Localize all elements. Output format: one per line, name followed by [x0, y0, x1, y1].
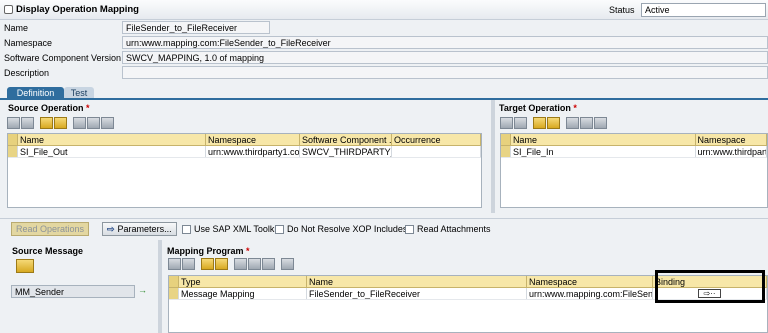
- table-row[interactable]: SI_File_Out urn:www.thirdparty1.com SWCV…: [8, 146, 481, 158]
- do-not-resolve-xop-checkbox[interactable]: Do Not Resolve XOP Includes: [275, 224, 407, 234]
- row-selector[interactable]: [169, 288, 179, 299]
- details-icon[interactable]: [281, 258, 294, 270]
- vertical-splitter[interactable]: [158, 240, 162, 333]
- delete-row-icon[interactable]: [182, 258, 195, 270]
- source-operation-table: Name Namespace Software Component ... Oc…: [7, 133, 482, 208]
- swcv-field[interactable]: SWCV_MAPPING, 1.0 of mapping: [122, 51, 768, 64]
- delete-row-icon[interactable]: [514, 117, 527, 129]
- mapping-program-toolbar: [168, 257, 294, 271]
- paste-icon[interactable]: [594, 117, 607, 129]
- name-label: Name: [4, 23, 29, 33]
- swcv-label: Software Component Version: [4, 53, 122, 63]
- row-selector[interactable]: [8, 146, 18, 157]
- select-all-header[interactable]: [169, 276, 179, 287]
- col-swcv[interactable]: Software Component ...: [300, 134, 392, 145]
- target-operation-table: Name Namespace SI_File_In urn:www.thirdp…: [500, 133, 768, 208]
- move-up-icon[interactable]: [40, 117, 53, 129]
- parameters-button[interactable]: ⇨ Parameters...: [102, 222, 177, 236]
- cut-icon[interactable]: [234, 258, 247, 270]
- insert-row-icon[interactable]: [7, 117, 20, 129]
- namespace-field[interactable]: urn:www.mapping.com:FileSender_to_FileRe…: [122, 36, 768, 49]
- status-label: Status: [609, 5, 635, 15]
- page-title: Display Operation Mapping: [16, 4, 139, 15]
- source-operation-toolbar: [7, 116, 114, 130]
- mapping-program-title: Mapping Program *: [167, 246, 250, 256]
- namespace-label: Namespace: [4, 38, 53, 48]
- copy-icon[interactable]: [87, 117, 100, 129]
- col-occurrence[interactable]: Occurrence: [392, 134, 481, 145]
- paste-icon[interactable]: [262, 258, 275, 270]
- move-down-icon[interactable]: [54, 117, 67, 129]
- move-up-icon[interactable]: [201, 258, 214, 270]
- arrow-right-icon: →: [138, 285, 147, 295]
- col-name[interactable]: Name: [18, 134, 206, 145]
- insert-row-icon[interactable]: [500, 117, 513, 129]
- checkbox-icon: [405, 224, 414, 234]
- mapping-icon: [4, 5, 13, 14]
- cut-icon[interactable]: [566, 117, 579, 129]
- row-selector[interactable]: [501, 146, 511, 157]
- checkbox-icon: [182, 224, 191, 234]
- insert-row-icon[interactable]: [168, 258, 181, 270]
- move-up-icon[interactable]: [533, 117, 546, 129]
- message-select-icon[interactable]: [16, 259, 34, 273]
- checkbox-icon: [275, 224, 284, 234]
- arrow-right-icon: ⇨: [107, 223, 115, 234]
- window-title: Display Operation Mapping: [4, 4, 139, 15]
- cut-icon[interactable]: [73, 117, 86, 129]
- source-message-field[interactable]: MM_Sender: [11, 285, 135, 298]
- description-label: Description: [4, 68, 50, 78]
- paste-icon[interactable]: [101, 117, 114, 129]
- use-sap-xml-toolkit-checkbox[interactable]: Use SAP XML Toolkit: [182, 224, 279, 234]
- select-all-header[interactable]: [501, 134, 511, 145]
- target-operation-toolbar: [500, 116, 607, 130]
- copy-icon[interactable]: [580, 117, 593, 129]
- col-namespace[interactable]: Namespace: [696, 134, 768, 145]
- read-attachments-checkbox[interactable]: Read Attachments: [405, 224, 491, 234]
- status-field: Active: [641, 3, 766, 17]
- source-message-title: Source Message: [12, 246, 84, 256]
- col-namespace[interactable]: Namespace: [527, 276, 653, 287]
- delete-row-icon[interactable]: [21, 117, 34, 129]
- copy-icon[interactable]: [248, 258, 261, 270]
- col-name[interactable]: Name: [511, 134, 696, 145]
- move-down-icon[interactable]: [215, 258, 228, 270]
- description-field[interactable]: [122, 66, 768, 79]
- read-operations-button[interactable]: Read Operations: [11, 222, 90, 236]
- vertical-splitter[interactable]: [491, 100, 495, 213]
- move-down-icon[interactable]: [547, 117, 560, 129]
- col-type[interactable]: Type: [179, 276, 307, 287]
- select-all-header[interactable]: [8, 134, 18, 145]
- target-operation-title: Target Operation *: [499, 103, 577, 113]
- name-field[interactable]: FileSender_to_FileReceiver: [122, 21, 270, 34]
- col-name[interactable]: Name: [307, 276, 527, 287]
- binding-highlight-box: [655, 270, 765, 303]
- table-row[interactable]: SI_File_In urn:www.thirdparty: [501, 146, 768, 158]
- source-operation-title: Source Operation *: [8, 103, 90, 113]
- col-namespace[interactable]: Namespace: [206, 134, 300, 145]
